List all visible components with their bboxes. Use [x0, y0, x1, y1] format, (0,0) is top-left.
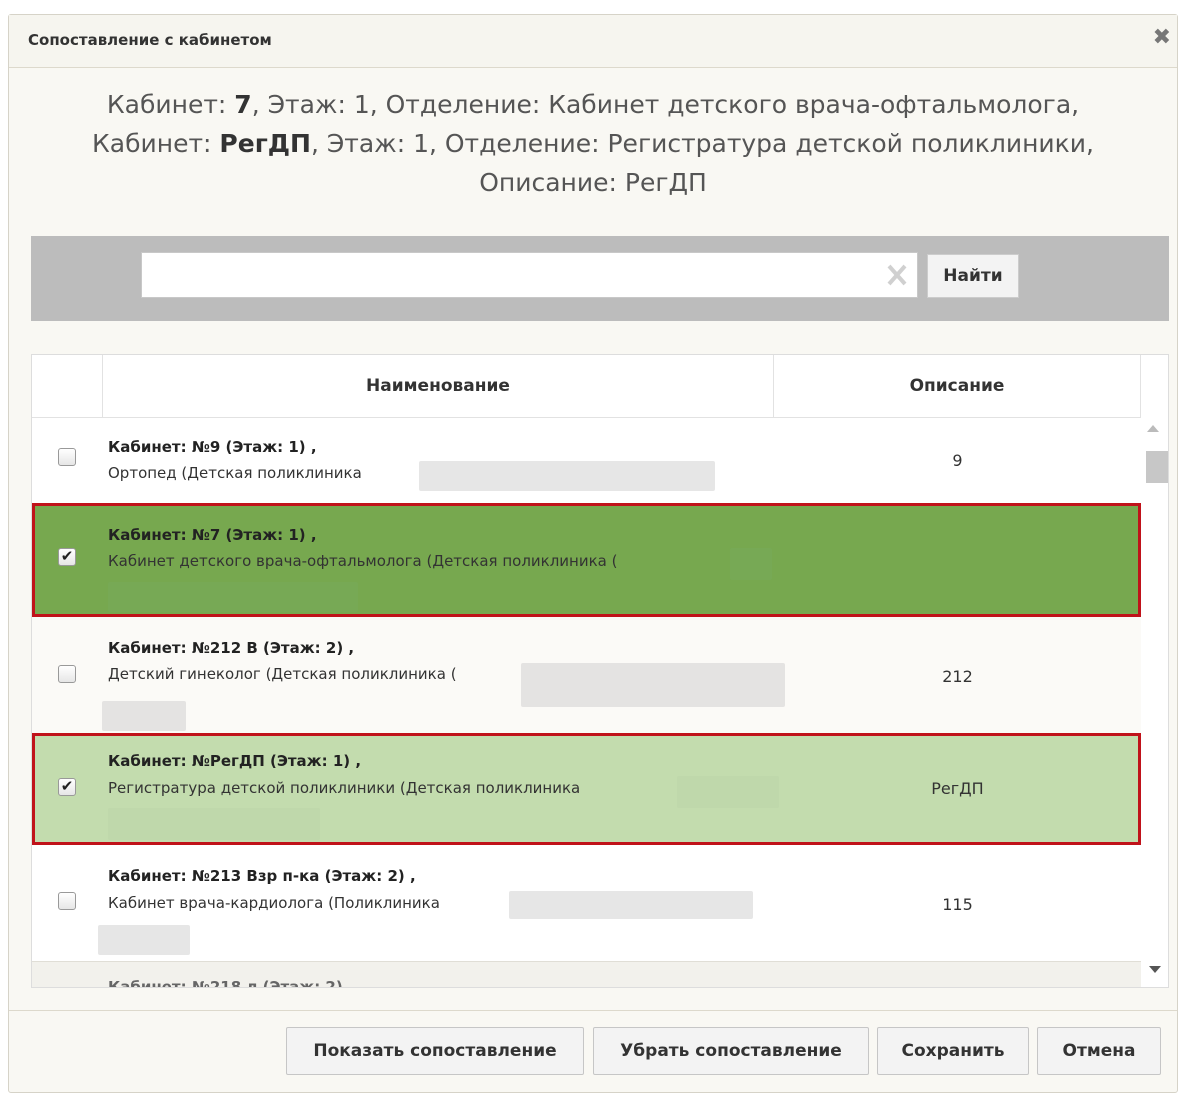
cabinet-table: Наименование Описание Кабинет: №9 (Этаж:…: [31, 354, 1169, 988]
summary-text: Кабинет:: [92, 129, 220, 158]
search-input[interactable]: [141, 252, 918, 298]
row-subtitle: Кабинет детского врача-офтальмолога (Дет…: [108, 552, 618, 570]
save-button[interactable]: Сохранить: [877, 1027, 1029, 1075]
show-mapping-button[interactable]: Показать сопоставление: [286, 1027, 584, 1075]
row-checkbox[interactable]: [58, 892, 76, 910]
close-icon[interactable]: ✖: [1153, 27, 1171, 49]
table-row-selected[interactable]: ✔ Кабинет: №РегДП (Этаж: 1) , Регистрату…: [32, 733, 1141, 845]
check-icon: ✔: [60, 547, 74, 565]
row-checkbox[interactable]: [58, 448, 76, 466]
row-title: Кабинет: №7 (Этаж: 1) ,: [108, 526, 317, 544]
summary-text: , Этаж: 1, Отделение: Кабинет детского в…: [251, 90, 1080, 119]
redacted-text: [102, 701, 186, 731]
summary-cabinet-number: 7: [234, 90, 252, 119]
row-title: Кабинет: №РегДП (Этаж: 1) ,: [108, 752, 362, 770]
remove-mapping-button[interactable]: Убрать сопоставление: [593, 1027, 869, 1075]
header-name[interactable]: Наименование: [103, 355, 774, 417]
redacted-text: [509, 891, 753, 919]
row-title: Кабинет: №212 В (Этаж: 2) ,: [108, 639, 355, 657]
table-row-selected[interactable]: ✔ Кабинет: №7 (Этаж: 1) , Кабинет детско…: [32, 503, 1141, 617]
cabinet-summary: Кабинет: 7, Этаж: 1, Отделение: Кабинет …: [9, 85, 1177, 202]
clear-x-icon[interactable]: [885, 263, 909, 287]
row-checkbox[interactable]: [58, 665, 76, 683]
redacted-text: [730, 548, 772, 580]
summary-line-3: Описание: РегДП: [9, 163, 1177, 202]
row-checkbox-checked[interactable]: ✔: [58, 778, 76, 796]
redacted-text: [108, 808, 320, 840]
header-select-column: [32, 355, 103, 417]
scroll-thumb[interactable]: [1146, 451, 1168, 483]
dialog-footer: Показать сопоставление Убрать сопоставле…: [9, 1010, 1177, 1095]
scroll-up-icon[interactable]: [1147, 425, 1159, 432]
table-header: Наименование Описание: [32, 355, 1168, 418]
cancel-button[interactable]: Отмена: [1037, 1027, 1161, 1075]
redacted-text: [419, 461, 715, 491]
redacted-text: [521, 663, 785, 707]
row-description: 212: [942, 667, 973, 686]
row-description: РегДП: [931, 779, 984, 798]
scrollbar[interactable]: [1141, 417, 1168, 987]
check-icon: ✔: [60, 777, 74, 795]
summary-text: Описание: РегДП: [479, 168, 707, 197]
table-row[interactable]: Кабинет: №212 В (Этаж: 2) , Детский гине…: [32, 617, 1141, 733]
summary-text: Кабинет:: [106, 90, 235, 119]
row-title: Кабинет: №218 л (Этаж: 2) ,: [108, 978, 354, 988]
header-description[interactable]: Описание: [774, 355, 1141, 417]
row-description: 115: [942, 895, 973, 914]
table-row[interactable]: Кабинет: №218 л (Этаж: 2) ,: [32, 961, 1141, 988]
redacted-text: [98, 925, 190, 955]
row-subtitle: Кабинет врача-кардиолога (Поликлиника: [108, 894, 440, 912]
summary-cabinet-number: РегДП: [219, 129, 311, 158]
redacted-text: [677, 776, 779, 808]
row-title: Кабинет: №213 Взр п-ка (Этаж: 2) ,: [108, 867, 416, 885]
dialog-titlebar: Сопоставление с кабинетом ✖: [9, 15, 1177, 68]
row-subtitle: Детский гинеколог (Детская поликлиника (: [108, 665, 457, 683]
mapping-dialog: Сопоставление с кабинетом ✖ Кабинет: 7, …: [8, 14, 1178, 1093]
table-row[interactable]: Кабинет: №213 Взр п-ка (Этаж: 2) , Кабин…: [32, 845, 1141, 961]
row-description: 9: [952, 451, 963, 470]
row-checkbox-checked[interactable]: ✔: [58, 548, 76, 566]
table-body: Кабинет: №9 (Этаж: 1) , Ортопед (Детская…: [32, 417, 1141, 988]
redacted-text: [108, 582, 358, 612]
dialog-title: Сопоставление с кабинетом: [28, 31, 272, 49]
row-subtitle: Регистратура детской поликлиники (Детска…: [108, 779, 581, 797]
table-row[interactable]: Кабинет: №9 (Этаж: 1) , Ортопед (Детская…: [32, 417, 1141, 503]
row-title: Кабинет: №9 (Этаж: 1) ,: [108, 438, 317, 456]
summary-text: , Этаж: 1, Отделение: Регистратура детск…: [310, 129, 1094, 158]
summary-line-2: Кабинет: РегДП, Этаж: 1, Отделение: Реги…: [9, 124, 1177, 163]
find-button[interactable]: Найти: [927, 254, 1019, 298]
scroll-down-icon[interactable]: [1149, 966, 1161, 973]
summary-line-1: Кабинет: 7, Этаж: 1, Отделение: Кабинет …: [9, 85, 1177, 124]
row-subtitle: Ортопед (Детская поликлиника: [108, 464, 362, 482]
search-bar: Найти: [31, 236, 1169, 321]
